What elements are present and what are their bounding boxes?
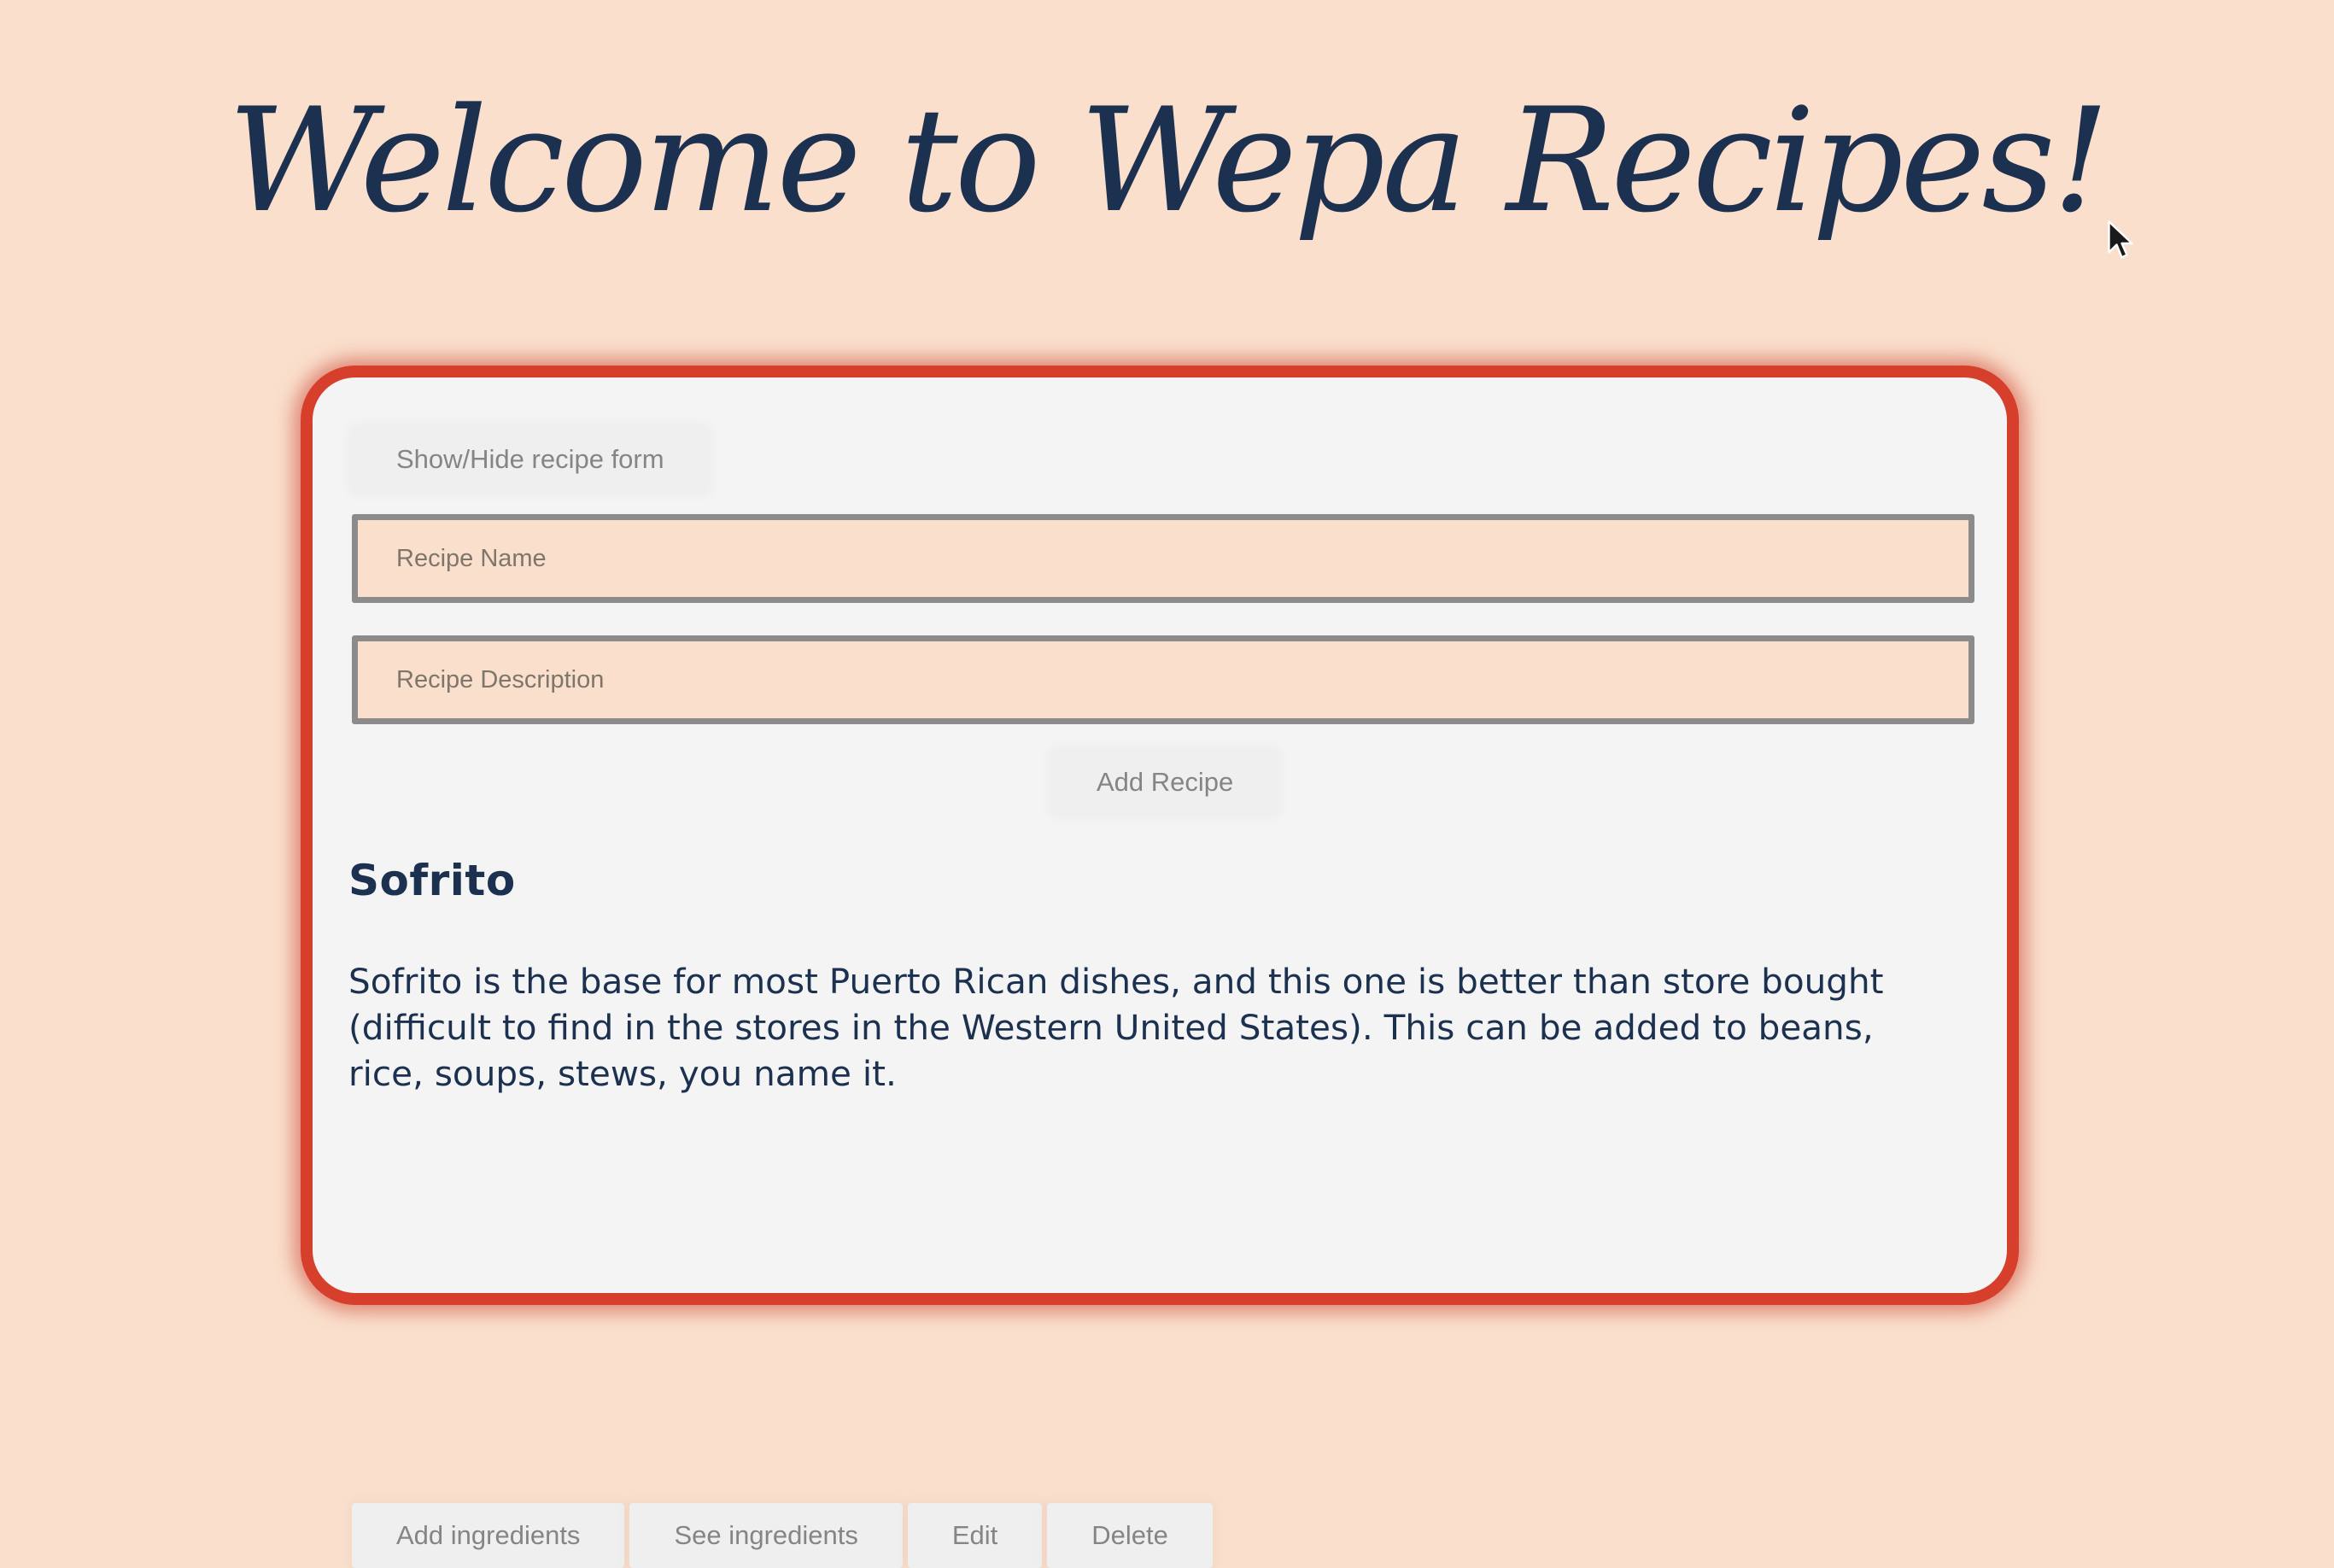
see-ingredients-button[interactable]: See ingredients xyxy=(629,1503,903,1568)
edit-recipe-button[interactable]: Edit xyxy=(907,1503,1043,1568)
recipe-description: Sofrito is the base for most Puerto Rica… xyxy=(348,961,1884,1094)
add-ingredients-button[interactable]: Add ingredients xyxy=(352,1503,625,1568)
site-title: Welcome to Wepa Recipes! xyxy=(227,77,2109,244)
recipe-actions: Add ingredients See ingredients Edit Delete xyxy=(352,1503,1213,1568)
toggle-recipe-form-button[interactable]: Show/Hide recipe form xyxy=(352,427,709,492)
recipe-card-content: Show/Hide recipe form Add Recipe Sofrito… xyxy=(313,377,2007,1568)
recipe-title: Sofrito xyxy=(348,856,516,905)
add-recipe-button[interactable]: Add Recipe xyxy=(1052,750,1278,815)
recipe-card: Show/Hide recipe form Add Recipe Sofrito… xyxy=(301,366,2019,1568)
delete-recipe-button[interactable]: Delete xyxy=(1047,1503,1213,1568)
recipe-description-field xyxy=(352,635,1974,724)
mouse-pointer-icon xyxy=(2108,220,2133,259)
recipe-description-input[interactable] xyxy=(358,641,1968,718)
recipe-name-input[interactable] xyxy=(358,520,1968,597)
recipe-name-field xyxy=(352,514,1974,603)
